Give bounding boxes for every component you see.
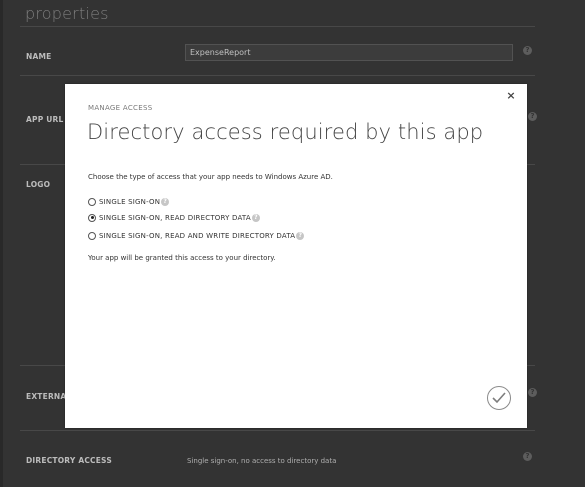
dialog-description: Choose the type of access that your app …: [88, 173, 333, 181]
option-label: SINGLE SIGN-ON: [99, 197, 161, 206]
help-icon[interactable]: ?: [296, 231, 305, 240]
dialog-note: Your app will be granted this access to …: [88, 254, 276, 262]
dialog-kicker: MANAGE ACCESS: [88, 104, 153, 112]
dialog-title: Directory access required by this app: [87, 120, 484, 144]
option-read-directory-data[interactable]: SINGLE SIGN-ON, READ DIRECTORY DATA ?: [88, 212, 260, 223]
close-icon[interactable]: ×: [505, 90, 517, 102]
confirm-button[interactable]: [487, 386, 511, 410]
manage-access-dialog: × MANAGE ACCESS Directory access require…: [65, 84, 527, 428]
radio-button-selected[interactable]: [88, 213, 96, 222]
option-label: SINGLE SIGN-ON, READ DIRECTORY DATA: [99, 213, 251, 222]
option-label: SINGLE SIGN-ON, READ AND WRITE DIRECTORY…: [99, 231, 296, 240]
help-icon[interactable]: ?: [251, 213, 260, 222]
option-read-write-directory-data[interactable]: SINGLE SIGN-ON, READ AND WRITE DIRECTORY…: [88, 230, 305, 241]
radio-button[interactable]: [88, 197, 96, 206]
radio-button[interactable]: [88, 231, 96, 240]
help-icon[interactable]: ?: [161, 197, 170, 206]
option-single-sign-on[interactable]: SINGLE SIGN-ON ?: [88, 196, 170, 207]
checkmark-icon: [492, 392, 506, 404]
